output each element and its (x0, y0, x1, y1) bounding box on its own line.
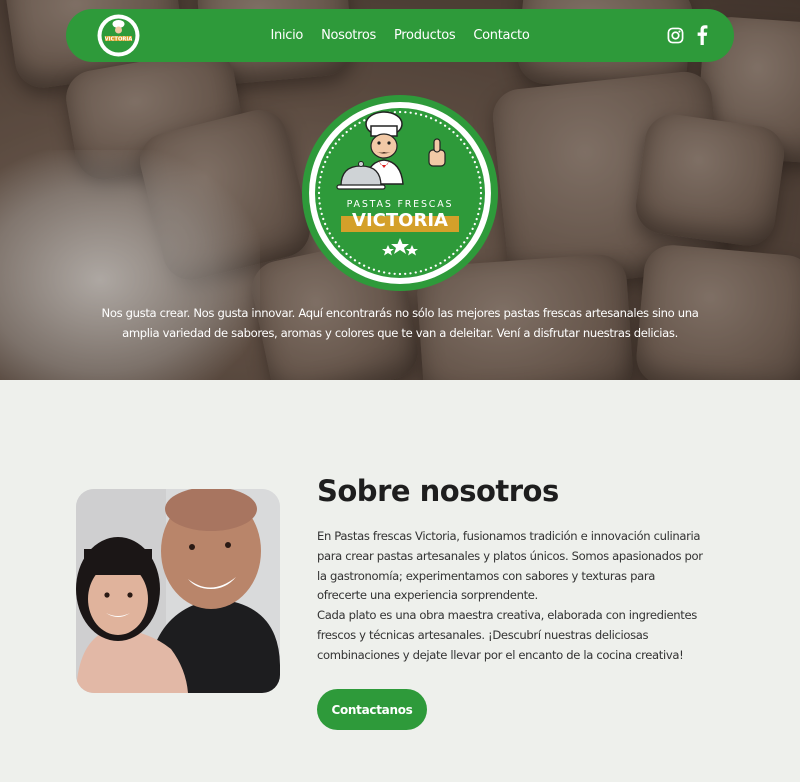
contact-button[interactable]: Contactanos (317, 689, 427, 730)
about-title: Sobre nosotros (317, 474, 559, 508)
logo-subtitle: PASTAS FRESCAS (347, 199, 454, 210)
hero-description: Nos gusta crear. Nos gusta innovar. Aquí… (101, 306, 699, 340)
hero-section: VICTORIA Inicio Nosotros Productos Conta… (0, 0, 800, 380)
main-navbar: VICTORIA Inicio Nosotros Productos Conta… (66, 9, 734, 62)
about-photo (76, 489, 280, 693)
brand-logo: PASTAS FRESCAS VICTORIA (301, 94, 499, 292)
nav-links: Inicio Nosotros Productos Contacto (66, 9, 734, 62)
about-text: En Pastas frescas Victoria, fusionamos t… (317, 527, 707, 666)
facebook-icon[interactable] (696, 25, 708, 45)
instagram-icon[interactable] (667, 27, 684, 44)
nav-link-nosotros[interactable]: Nosotros (321, 28, 376, 43)
about-paragraph-2: Cada plato es una obra maestra creativa,… (317, 608, 697, 662)
nav-link-productos[interactable]: Productos (394, 28, 456, 43)
nav-link-contacto[interactable]: Contacto (473, 28, 529, 43)
nav-link-inicio[interactable]: Inicio (270, 28, 303, 43)
logo-name: VICTORIA (352, 210, 448, 231)
about-paragraph-1: En Pastas frescas Victoria, fusionamos t… (317, 529, 703, 603)
